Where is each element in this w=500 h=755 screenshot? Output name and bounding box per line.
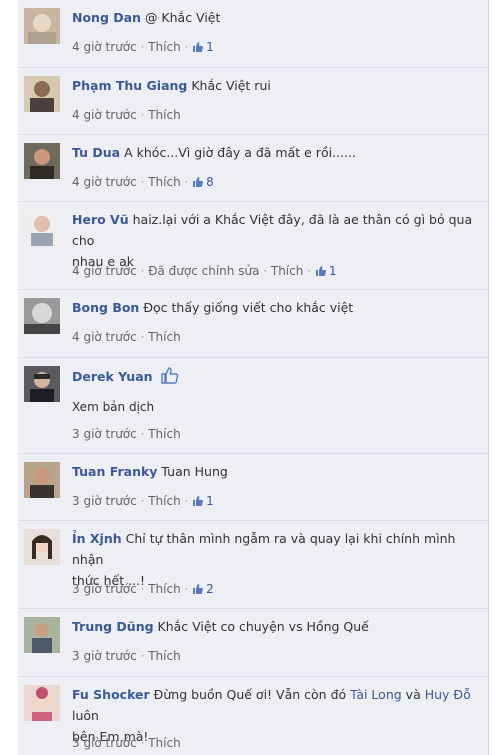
comment-text: haiz.lại với a Khắc Việt đây, đã là ae t…: [72, 212, 473, 248]
comment-meta: 3 giờ trước · Thích · 1: [72, 494, 214, 508]
comment-text: Khắc Việt co chuyện vs Hồng Quế: [157, 619, 369, 634]
comment-text: Chỉ tự thân mình ngẫm ra và quay lại khi…: [72, 531, 456, 567]
like-link[interactable]: Thích: [148, 494, 180, 508]
timestamp[interactable]: 3 giờ trước: [72, 427, 137, 441]
comment: Trung Dũng Khắc Việt co chuyện vs Hồng Q…: [18, 609, 488, 677]
timestamp[interactable]: 3 giờ trước: [72, 582, 137, 596]
commenter-name[interactable]: Fu Shocker: [72, 687, 150, 702]
like-link[interactable]: Thích: [148, 175, 180, 189]
avatar[interactable]: [24, 462, 60, 498]
comment-meta: 4 giờ trước · Thích: [72, 108, 181, 122]
comment: Derek Yuan Xem bản dịch 3 giờ trước · Th…: [18, 358, 488, 454]
comment-meta: 3 giờ trước · Thích · 2: [72, 582, 214, 596]
timestamp[interactable]: 3 giờ trước: [72, 649, 137, 663]
thumbs-up-icon: [193, 177, 204, 187]
comment-text: luôn: [72, 708, 99, 723]
like-count[interactable]: 1: [192, 40, 214, 54]
avatar[interactable]: [24, 298, 60, 334]
timestamp[interactable]: 4 giờ trước: [72, 40, 137, 54]
thumbs-up-icon: [193, 42, 204, 52]
comment: Bong Bon Đọc thấy giống viết cho khắc vi…: [18, 290, 488, 358]
commenter-name[interactable]: Trung Dũng: [72, 619, 154, 634]
comment: Fu Shocker Đừng buồn Quế ơi! Vẫn còn đó …: [18, 677, 488, 755]
see-translation[interactable]: Xem bản dịch: [72, 400, 154, 414]
thumbs-up-icon: [193, 584, 204, 594]
like-count[interactable]: 1: [315, 264, 336, 278]
avatar[interactable]: [24, 76, 60, 112]
like-count[interactable]: 1: [192, 494, 214, 508]
comment-meta: 3 giờ trước · Thích: [72, 736, 181, 750]
comment-meta: 4 giờ trước · Đã được chỉnh sửa · Thích …: [72, 264, 337, 278]
like-link[interactable]: Thích: [148, 108, 180, 122]
timestamp[interactable]: 4 giờ trước: [72, 175, 137, 189]
comment-text: Đọc thấy giống viết cho khắc việt: [143, 300, 354, 315]
commenter-name[interactable]: Tu Dua: [72, 145, 120, 160]
comment-meta: 4 giờ trước · Thích · 8: [72, 175, 214, 189]
comment-feed: Nong Dan @ Khắc Việt 4 giờ trước · Thích…: [0, 0, 500, 755]
thumbs-up-icon[interactable]: [160, 365, 180, 385]
thumbs-up-icon: [193, 496, 204, 506]
comment: Hero Vũ haiz.lại với a Khắc Việt đây, đã…: [18, 202, 488, 290]
comment-text: Khắc Việt rui: [191, 78, 271, 93]
commenter-name[interactable]: Phạm Thu Giang: [72, 78, 187, 93]
edited-label[interactable]: Đã được chỉnh sửa: [148, 264, 259, 278]
timestamp[interactable]: 3 giờ trước: [72, 494, 137, 508]
comment-meta: 3 giờ trước · Thích: [72, 649, 181, 663]
comment-meta: 4 giờ trước · Thích · 1: [72, 40, 214, 54]
comment-text: A khóc...Vì giờ đây a đã mất e rồi......: [124, 145, 356, 160]
avatar[interactable]: [24, 617, 60, 653]
mention-link[interactable]: Tài Long: [350, 687, 402, 702]
like-link[interactable]: Thích: [271, 264, 303, 278]
comment-text: @ Khắc Việt: [144, 10, 221, 25]
comment-meta: 4 giờ trước · Thích: [72, 330, 181, 344]
comment-text: Tuan Hung: [161, 464, 228, 479]
like-link[interactable]: Thích: [148, 736, 180, 750]
timestamp[interactable]: 4 giờ trước: [72, 330, 137, 344]
comment: Tuan Franky Tuan Hung 3 giờ trước · Thíc…: [18, 454, 488, 521]
like-link[interactable]: Thích: [148, 330, 180, 344]
comment-meta: 3 giờ trước · Thích: [72, 427, 181, 441]
comment-text: Đừng buồn Quế ơi! Vẫn còn đó: [153, 687, 347, 702]
avatar[interactable]: [24, 8, 60, 44]
comment: Tu Dua A khóc...Vì giờ đây a đã mất e rồ…: [18, 135, 488, 202]
comment: Ỉn Xjnh Chỉ tự thân mình ngẫm ra và quay…: [18, 521, 488, 609]
like-link[interactable]: Thích: [148, 427, 180, 441]
commenter-name[interactable]: Hero Vũ: [72, 212, 129, 227]
commenter-name[interactable]: Derek Yuan: [72, 369, 153, 384]
mention-link[interactable]: Huy Đỗ: [425, 687, 471, 702]
like-link[interactable]: Thích: [148, 582, 180, 596]
like-count[interactable]: 8: [192, 175, 214, 189]
timestamp[interactable]: 4 giờ trước: [72, 264, 137, 278]
comment: Nong Dan @ Khắc Việt 4 giờ trước · Thích…: [18, 0, 488, 68]
avatar[interactable]: [24, 685, 60, 721]
comment: Phạm Thu Giang Khắc Việt rui 4 giờ trước…: [18, 68, 488, 135]
timestamp[interactable]: 3 giờ trước: [72, 736, 137, 750]
comment-text: và: [405, 687, 421, 702]
comment-list: Nong Dan @ Khắc Việt 4 giờ trước · Thích…: [18, 0, 489, 755]
commenter-name[interactable]: Tuan Franky: [72, 464, 157, 479]
commenter-name[interactable]: Nong Dan: [72, 10, 141, 25]
thumbs-up-icon: [315, 266, 326, 276]
like-link[interactable]: Thích: [148, 40, 180, 54]
timestamp[interactable]: 4 giờ trước: [72, 108, 137, 122]
commenter-name[interactable]: Bong Bon: [72, 300, 139, 315]
avatar[interactable]: [24, 143, 60, 179]
like-count[interactable]: 2: [192, 582, 214, 596]
avatar[interactable]: [24, 210, 60, 246]
avatar[interactable]: [24, 366, 60, 402]
commenter-name[interactable]: Ỉn Xjnh: [72, 531, 122, 546]
avatar[interactable]: [24, 529, 60, 565]
like-link[interactable]: Thích: [148, 649, 180, 663]
